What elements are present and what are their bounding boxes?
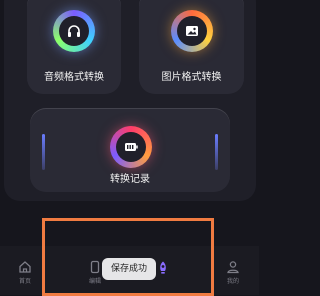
headphones-icon [68, 25, 80, 37]
nav-home[interactable]: 首页 [10, 260, 40, 285]
convert-record-card[interactable]: 转换记录 [30, 108, 230, 192]
image-icon [186, 26, 198, 36]
audio-convert-label: 音频格式转换 [44, 72, 104, 83]
record-icon-ring [110, 126, 152, 168]
home-icon [19, 261, 31, 273]
audio-convert-card[interactable]: 音频格式转换 [27, 0, 121, 94]
right-accent-bar [215, 134, 218, 170]
nav-mine[interactable]: 我的 [218, 260, 248, 285]
image-convert-label: 图片格式转换 [161, 72, 222, 83]
audio-icon-ring [53, 10, 95, 52]
nav-mine-label: 我的 [226, 278, 239, 285]
convert-record-label: 转换记录 [110, 174, 150, 185]
image-convert-card[interactable]: 图片格式转换 [139, 0, 244, 94]
nav-home-label: 首页 [18, 278, 31, 285]
user-icon [227, 261, 239, 274]
record-icon [125, 143, 138, 151]
left-accent-bar [42, 134, 45, 170]
highlight-box [42, 218, 214, 296]
image-icon-ring [171, 10, 213, 52]
